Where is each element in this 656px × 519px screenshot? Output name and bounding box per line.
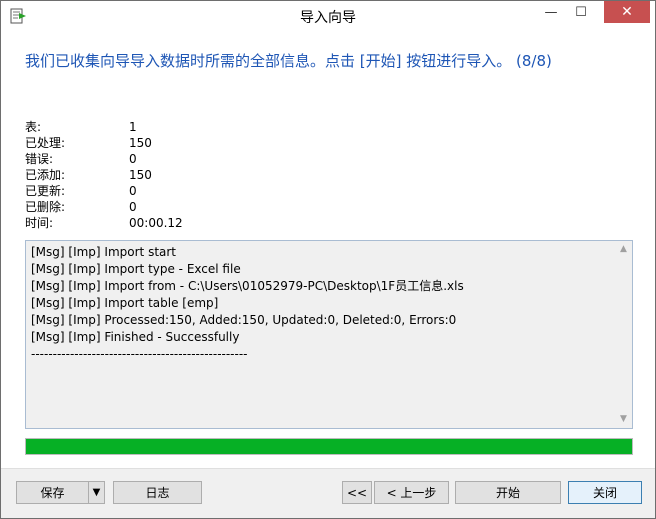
log-button[interactable]: 日志	[113, 481, 202, 504]
stat-value: 150	[129, 136, 152, 150]
stat-row: 已更新: 0	[25, 183, 249, 199]
log-line: [Msg] [Imp] Import start	[31, 245, 177, 259]
import-progress-bar	[25, 438, 633, 455]
save-dropdown-icon[interactable]: ▼	[88, 481, 105, 504]
progress-fill	[26, 439, 632, 454]
stat-label: 已更新:	[25, 184, 66, 198]
import-stats: 表: 1 已处理: 150 错误: 0 已添加: 150 已更新: 0 已删除: 0 时间: 00:00.…	[25, 119, 249, 231]
log-line: [Msg] [Imp] Import table [emp]	[31, 296, 219, 310]
maximize-button[interactable]: ☐	[567, 1, 595, 23]
log-line: [Msg] [Imp] Processed:150, Added:150, Up…	[31, 313, 457, 327]
start-button[interactable]: 开始	[455, 481, 561, 504]
wizard-heading: 我们已收集向导导入数据时所需的全部信息。点击 [开始] 按钮进行导入。 (8/8…	[25, 52, 552, 70]
stat-value: 150	[129, 168, 152, 182]
title-bar[interactable]: 导入向导 — ☐ ✕	[1, 1, 655, 31]
log-scrollbar[interactable]: ▲ ▼	[615, 241, 632, 428]
log-line: [Msg] [Imp] Finished - Successfully	[31, 330, 240, 344]
import-wizard-window: 导入向导 — ☐ ✕ 我们已收集向导导入数据时所需的全部信息。点击 [开始] 按…	[0, 0, 656, 519]
scroll-down-icon[interactable]: ▼	[615, 411, 632, 428]
log-line: ----------------------------------------…	[31, 347, 248, 361]
stat-value: 00:00.12	[129, 216, 183, 230]
scroll-up-icon[interactable]: ▲	[615, 241, 632, 258]
stat-row: 时间: 00:00.12	[25, 215, 249, 231]
stat-row: 已添加: 150	[25, 167, 249, 183]
previous-step-button[interactable]: < 上一步	[374, 481, 449, 504]
stat-row: 已删除: 0	[25, 199, 249, 215]
stat-label: 已处理:	[25, 136, 66, 150]
stat-row: 错误: 0	[25, 151, 249, 167]
stat-value: 1	[129, 120, 137, 134]
stat-row: 表: 1	[25, 119, 249, 135]
log-lines: [Msg] [Imp] Import start [Msg] [Imp] Impo…	[31, 244, 464, 363]
close-button[interactable]: 关闭	[568, 481, 642, 504]
stat-label: 时间:	[25, 216, 54, 230]
stat-value: 0	[129, 200, 137, 214]
stat-label: 已删除:	[25, 200, 66, 214]
button-bar: 保存 ▼ 日志 << < 上一步 开始 关闭	[1, 468, 655, 518]
save-button[interactable]: 保存	[16, 481, 88, 504]
log-box[interactable]: [Msg] [Imp] Import start [Msg] [Imp] Impo…	[25, 240, 633, 429]
stat-label: 已添加:	[25, 168, 66, 182]
minimize-button[interactable]: —	[537, 1, 565, 23]
log-line: [Msg] [Imp] Import type - Excel file	[31, 262, 241, 276]
stat-label: 错误:	[25, 152, 54, 166]
stat-value: 0	[129, 152, 137, 166]
log-line: [Msg] [Imp] Import from - C:\Users\01052…	[31, 279, 464, 293]
stat-value: 0	[129, 184, 137, 198]
close-window-button[interactable]: ✕	[604, 1, 650, 23]
first-step-button[interactable]: <<	[342, 481, 372, 504]
stat-label: 表:	[25, 120, 42, 134]
stat-row: 已处理: 150	[25, 135, 249, 151]
